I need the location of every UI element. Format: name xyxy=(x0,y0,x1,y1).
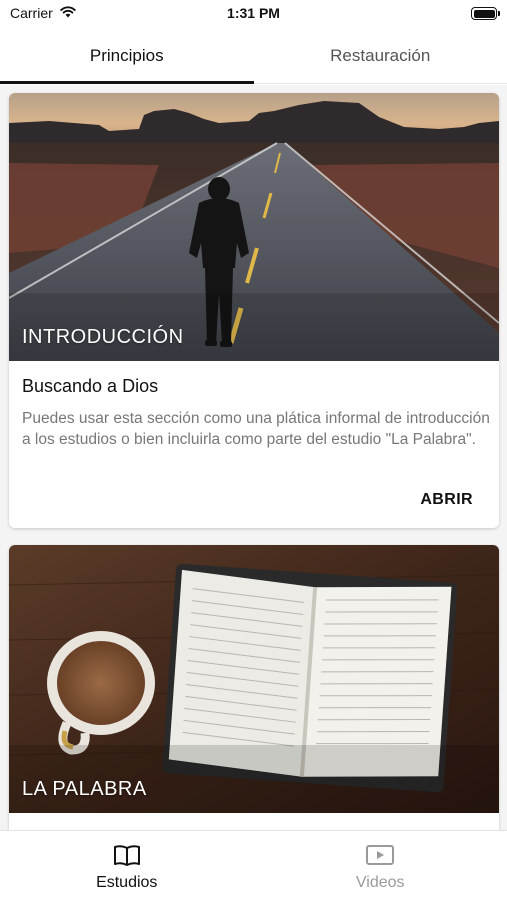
card-overline: LA PALABRA xyxy=(22,778,147,800)
video-play-icon xyxy=(365,843,395,872)
road-person-walking-image: INTRODUCCIÓN xyxy=(9,93,499,361)
card-overline: INTRODUCCIÓN xyxy=(22,326,184,348)
open-button[interactable]: ABRIR xyxy=(420,491,473,509)
tab-principios[interactable]: Principios xyxy=(0,28,254,84)
nav-estudios-label: Estudios xyxy=(96,874,158,891)
top-tabs: Principios Restauración xyxy=(0,28,507,84)
status-time: 1:31 PM xyxy=(227,5,280,21)
book-icon xyxy=(113,843,141,872)
card-title: Buscando a Dios xyxy=(22,376,159,396)
tab-restauracion[interactable]: Restauración xyxy=(254,28,507,83)
battery-icon xyxy=(471,7,500,20)
nav-videos-label: Videos xyxy=(355,874,405,891)
nav-videos[interactable]: Videos xyxy=(254,831,507,900)
study-card-introduccion[interactable]: INTRODUCCIÓN Buscando a Dios Puedes usar… xyxy=(9,93,499,528)
studies-list[interactable]: INTRODUCCIÓN Buscando a Dios Puedes usar… xyxy=(0,85,507,830)
bottom-navigation: Estudios Videos xyxy=(0,830,507,900)
card-description: Puedes usar esta sección como una plátic… xyxy=(22,410,490,448)
study-card-la-palabra[interactable]: LA PALABRA xyxy=(9,545,499,830)
status-bar: Carrier 1:31 PM xyxy=(0,0,507,28)
nav-estudios[interactable]: Estudios xyxy=(0,831,254,900)
open-bible-coffee-image: LA PALABRA xyxy=(9,545,499,813)
tab-restauracion-label: Restauración xyxy=(330,45,431,65)
tab-principios-label: Principios xyxy=(89,45,164,65)
